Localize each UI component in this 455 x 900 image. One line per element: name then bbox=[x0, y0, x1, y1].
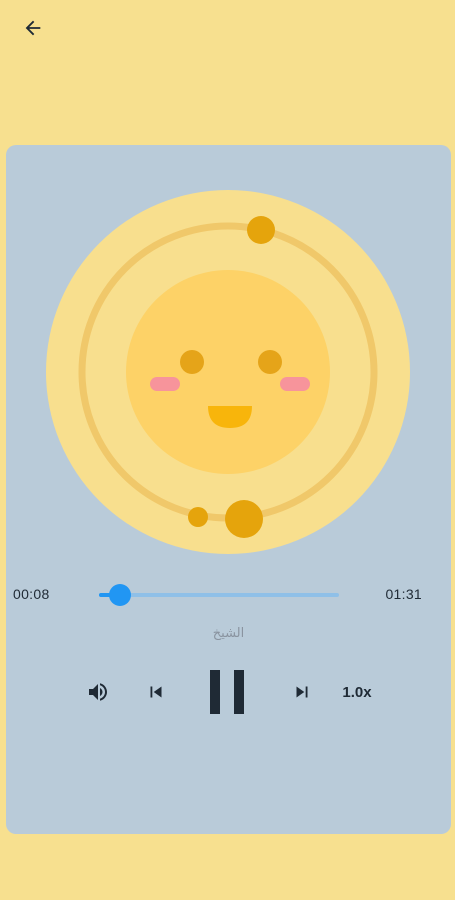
skip-next-icon bbox=[296, 686, 308, 698]
album-artwork bbox=[46, 190, 410, 554]
skip-previous-icon bbox=[150, 686, 162, 698]
arrow-left-icon bbox=[25, 20, 41, 36]
progress-slider[interactable] bbox=[99, 584, 339, 606]
pause-icon bbox=[210, 670, 244, 714]
next-button[interactable] bbox=[288, 678, 316, 706]
playback-speed-button[interactable]: 1.0x bbox=[337, 680, 377, 704]
current-time: 00:08 bbox=[13, 586, 50, 602]
total-time: 01:31 bbox=[385, 586, 422, 602]
app-bar bbox=[0, 0, 455, 56]
track-title: الشيخ bbox=[212, 626, 245, 641]
volume-button[interactable] bbox=[84, 678, 112, 706]
progress-track bbox=[99, 593, 339, 597]
progress-thumb[interactable] bbox=[109, 584, 132, 606]
volume-icon bbox=[89, 683, 107, 701]
player-card: 00:08 01:31 الشيخ 1.0x bbox=[6, 145, 451, 834]
back-button[interactable] bbox=[14, 12, 52, 44]
previous-button[interactable] bbox=[142, 678, 170, 706]
play-pause-button[interactable] bbox=[204, 665, 252, 719]
